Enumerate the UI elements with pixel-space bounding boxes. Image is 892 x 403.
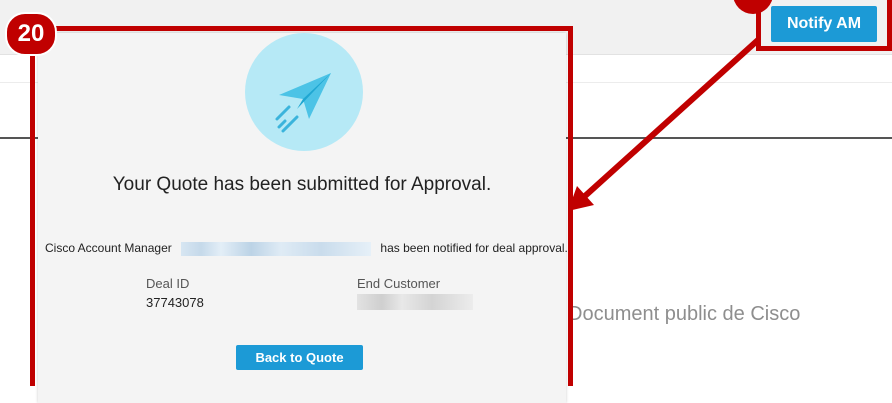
annotation-arrow [568, 37, 761, 211]
